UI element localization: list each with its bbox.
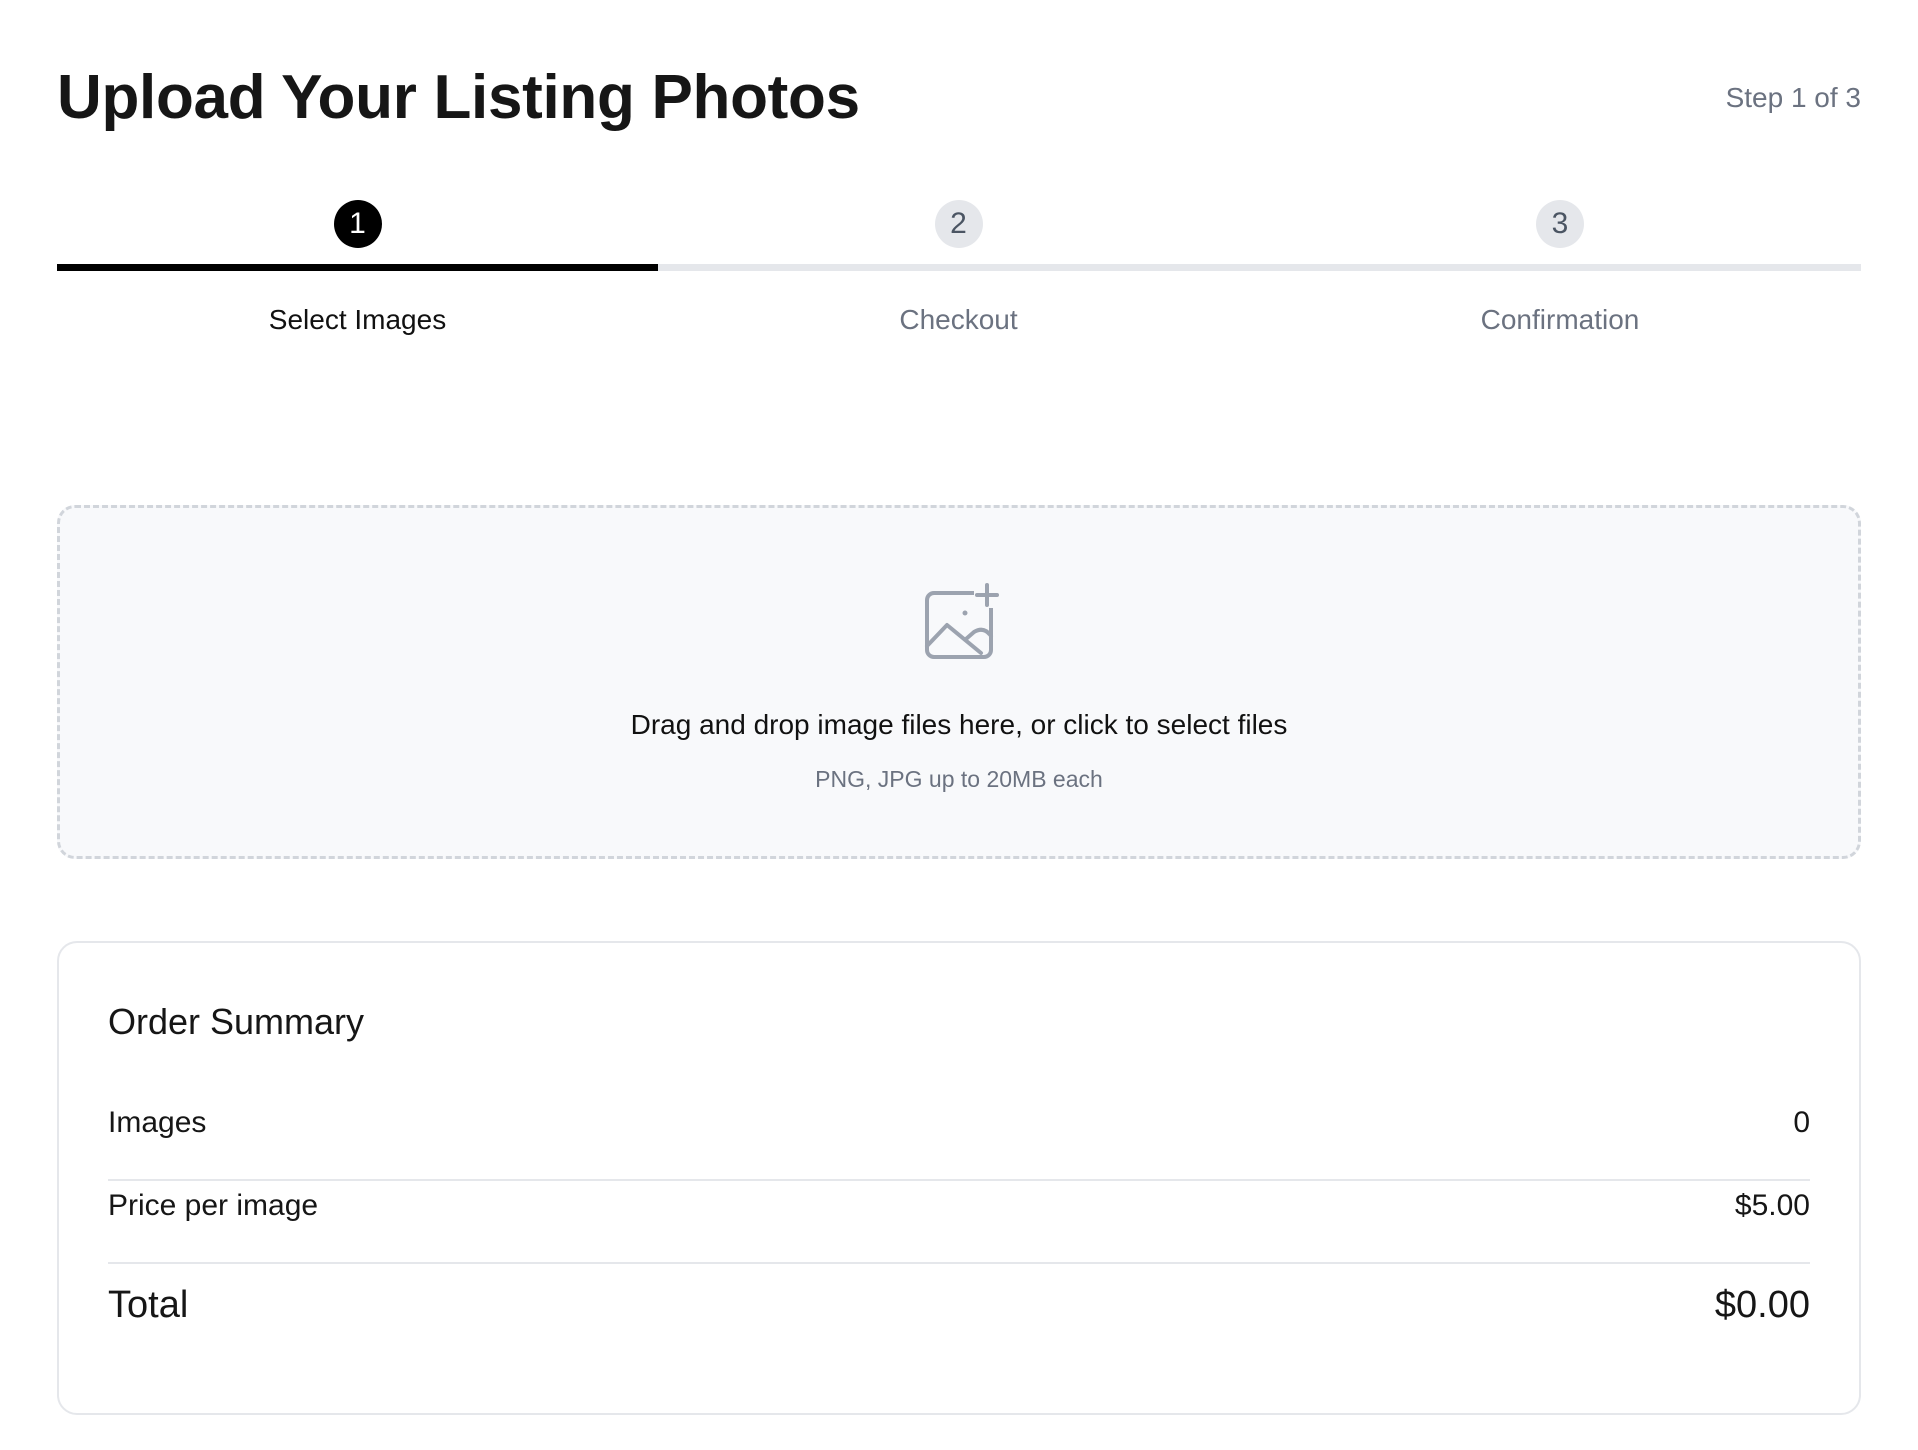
step-number-badge: 3 [1536, 200, 1584, 248]
total-label: Total [108, 1284, 189, 1326]
dropzone-instruction: Drag and drop image files here, or click… [630, 709, 1288, 740]
step-progress-bar [1259, 264, 1861, 271]
price-per-image-value: $5.00 [1734, 1189, 1810, 1222]
summary-row-images: Images 0 [108, 1097, 1810, 1181]
step-number-badge: 1 [333, 200, 382, 248]
upload-page: Upload Your Listing Photos Step 1 of 3 1… [0, 0, 1918, 1450]
step-label: Select Images [268, 304, 447, 335]
step-confirmation: 3 Confirmation [1259, 196, 1861, 356]
image-count-value: 0 [1793, 1106, 1810, 1139]
step-label: Checkout [899, 304, 1018, 335]
step-number-badge: 2 [934, 200, 983, 248]
order-summary-title: Order Summary [108, 1001, 365, 1042]
page-header: Upload Your Listing Photos Step 1 of 3 [57, 58, 1861, 138]
step-checkout: 2 Checkout [658, 196, 1259, 356]
step-select-images: 1 Select Images [57, 196, 658, 356]
image-dropzone[interactable]: Drag and drop image files here, or click… [57, 505, 1861, 859]
total-value: $0.00 [1714, 1284, 1810, 1326]
step-indicator: Step 1 of 3 [1725, 82, 1861, 113]
order-summary-card: Order Summary Images 0 Price per image $… [57, 941, 1861, 1415]
page-title: Upload Your Listing Photos [57, 63, 860, 132]
summary-row-label: Price per image [108, 1189, 319, 1222]
summary-row-label: Images [108, 1106, 207, 1139]
progress-stepper: 1 Select Images 2 Checkout 3 Confirmatio… [57, 196, 1861, 356]
step-progress-bar [57, 264, 658, 271]
step-progress-bar [658, 264, 1259, 271]
step-label: Confirmation [1480, 304, 1640, 335]
summary-row-price: Price per image $5.00 [108, 1180, 1810, 1264]
dropzone-file-hint: PNG, JPG up to 20MB each [815, 766, 1103, 792]
summary-row-total: Total $0.00 [108, 1283, 1810, 1343]
image-plus-icon [925, 582, 1000, 659]
